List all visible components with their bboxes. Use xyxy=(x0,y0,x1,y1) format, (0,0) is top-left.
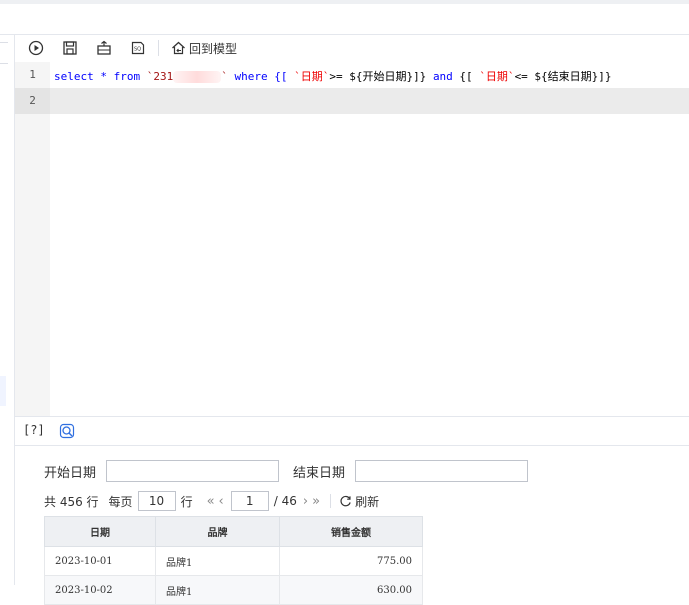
start-date-label: 开始日期 xyxy=(44,465,97,481)
page-input[interactable]: 1 xyxy=(230,491,269,511)
table-cell: 品牌1 xyxy=(155,575,280,605)
table-cell: 品牌1 xyxy=(155,546,280,576)
start-date-input[interactable] xyxy=(106,460,280,482)
editor-statusbar: [?] xyxy=(15,416,689,446)
left-panel-edge xyxy=(0,35,15,585)
column-header[interactable]: 销售金额 xyxy=(279,516,423,547)
line-number: 1 xyxy=(29,68,36,81)
play-circle-icon xyxy=(28,40,44,56)
result-table: 日期 品牌 销售金额 2023-10-01 品牌1 775.00 2023-10… xyxy=(44,516,423,605)
search-icon[interactable] xyxy=(59,423,75,439)
top-strip xyxy=(0,0,689,4)
date-field-token: `日期` xyxy=(479,70,515,83)
help-button[interactable]: [?] xyxy=(23,423,45,437)
refresh-button[interactable]: 刷新 xyxy=(355,493,379,510)
back-to-model-label: 回到模型 xyxy=(189,41,238,56)
code-segment: <= ${结束日期}]} xyxy=(514,70,612,83)
left-panel-selection xyxy=(0,376,6,406)
line-number-gutter xyxy=(15,62,50,416)
code-segment: select * from xyxy=(54,70,147,83)
code-segment: where {[ xyxy=(227,70,295,83)
left-panel-tab[interactable] xyxy=(0,42,8,64)
query-params: 开始日期 结束日期 xyxy=(44,459,542,483)
redacted-table-name xyxy=(173,71,222,83)
active-line-highlight xyxy=(50,88,689,114)
code-segment: >= ${开始日期}]} xyxy=(329,70,433,83)
prev-page-button[interactable]: ‹ xyxy=(219,494,224,509)
sql-code-line[interactable]: select * from `231 ` where {[ `日期`>= ${开始… xyxy=(54,68,612,84)
result-pager: 共 456 行 每页 10 行 « ‹ 1 / 46 › » 刷新 xyxy=(44,490,379,512)
editor-toolbar: SQ 回到模型 xyxy=(15,35,689,63)
last-page-button[interactable]: » xyxy=(312,494,320,509)
end-date-input[interactable] xyxy=(355,460,529,482)
back-to-model-button[interactable]: 回到模型 xyxy=(171,38,237,58)
and-keyword: and xyxy=(432,70,453,83)
sql-editor[interactable]: 1 2 select * from `231 ` where {[ `日期`>= … xyxy=(15,62,689,416)
column-header[interactable]: 日期 xyxy=(44,516,156,547)
save-button[interactable] xyxy=(60,38,80,58)
pager-separator xyxy=(330,494,332,508)
run-button[interactable] xyxy=(26,38,46,58)
table-name-suffix: ` xyxy=(221,70,228,83)
date-field-token: `日期` xyxy=(294,70,330,83)
format-icon xyxy=(97,40,111,55)
first-page-button[interactable]: « xyxy=(207,494,215,509)
table-cell: 2023-10-02 xyxy=(44,575,156,605)
table-cell: 630.00 xyxy=(279,575,423,605)
page-total: / 46 xyxy=(273,494,297,508)
total-rows: 共 456 行 xyxy=(44,494,99,509)
sql-button[interactable]: SQ xyxy=(128,38,148,58)
per-page-label: 每页 xyxy=(108,494,133,509)
format-button[interactable] xyxy=(94,38,114,58)
toolbar-separator xyxy=(158,40,159,56)
code-segment: {[ xyxy=(452,70,480,83)
table-cell: 2023-10-01 xyxy=(44,546,156,576)
table-row[interactable]: 2023-10-01 品牌1 775.00 xyxy=(44,546,423,576)
line-number: 2 xyxy=(29,94,36,107)
table-cell: 775.00 xyxy=(279,546,423,576)
column-header[interactable]: 品牌 xyxy=(155,516,280,547)
save-icon xyxy=(63,41,77,55)
next-page-button[interactable]: › xyxy=(303,494,308,509)
end-date-label: 结束日期 xyxy=(293,465,346,481)
per-page-input[interactable]: 10 xyxy=(137,491,176,511)
row-unit-label: 行 xyxy=(180,494,193,509)
table-header-row: 日期 品牌 销售金额 xyxy=(44,516,423,547)
table-row[interactable]: 2023-10-02 品牌1 630.00 xyxy=(44,575,423,605)
svg-text:SQ: SQ xyxy=(134,47,141,53)
home-back-icon xyxy=(172,41,185,55)
table-name-prefix: `231 xyxy=(146,70,174,83)
sql-icon: SQ xyxy=(131,41,145,55)
refresh-icon[interactable] xyxy=(339,495,352,508)
